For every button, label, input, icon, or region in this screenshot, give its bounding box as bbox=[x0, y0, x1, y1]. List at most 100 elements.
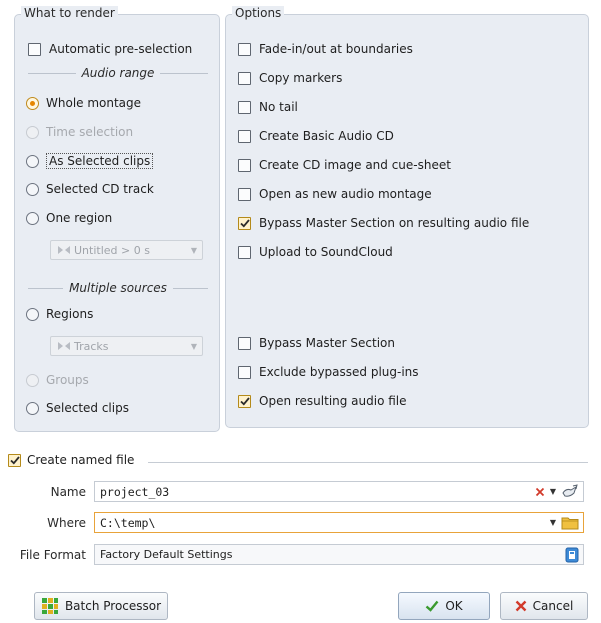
checkbox-box[interactable] bbox=[238, 336, 251, 350]
checkbox-box[interactable] bbox=[238, 365, 251, 379]
radio-button[interactable] bbox=[26, 307, 39, 321]
format-settings-icon[interactable] bbox=[565, 547, 579, 563]
chevron-down-icon[interactable]: ▼ bbox=[550, 487, 556, 496]
chevron-down-icon: ▼ bbox=[190, 245, 197, 255]
checkbox-box[interactable] bbox=[238, 216, 251, 230]
name-field[interactable]: project_03 ▼ bbox=[94, 481, 584, 502]
create-named-file-label: Create named file bbox=[27, 453, 135, 467]
radio-label: Groups bbox=[46, 373, 89, 387]
radio-label: Time selection bbox=[46, 125, 134, 139]
checkbox-box[interactable] bbox=[8, 453, 21, 467]
option-checkbox[interactable]: Create Basic Audio CD bbox=[238, 129, 394, 143]
option-label: Copy markers bbox=[259, 71, 343, 85]
radio-whole-montage[interactable]: Whole montage bbox=[26, 96, 141, 110]
region-marker-icon bbox=[57, 245, 71, 255]
radio-groups: Groups bbox=[26, 373, 89, 387]
radio-button[interactable] bbox=[26, 401, 39, 415]
radio-label: One region bbox=[46, 211, 113, 225]
options-title: Options bbox=[232, 6, 285, 20]
checkbox-box[interactable] bbox=[238, 158, 251, 172]
automatic-preselection-label: Automatic pre-selection bbox=[49, 42, 193, 56]
batch-processor-button[interactable]: Batch Processor bbox=[34, 592, 168, 620]
where-field-tools: ▼ bbox=[550, 516, 583, 530]
option-label: No tail bbox=[259, 100, 298, 114]
radio-button[interactable] bbox=[26, 182, 39, 196]
multiple-sources-separator: Multiple sources bbox=[28, 281, 209, 295]
audio-range-title: Audio range bbox=[81, 66, 155, 80]
named-file-divider bbox=[148, 462, 588, 463]
tracks-combo-value: Tracks bbox=[74, 339, 109, 353]
option-checkbox[interactable]: Fade-in/out at boundaries bbox=[238, 42, 413, 56]
region-combo: Untitled > 0 s ▼ bbox=[50, 240, 203, 260]
separator-line bbox=[28, 287, 64, 289]
option-checkbox[interactable]: Bypass Master Section bbox=[238, 336, 395, 350]
folder-icon[interactable] bbox=[561, 516, 579, 530]
what-to-render-title: What to render bbox=[21, 6, 118, 20]
option-checkbox[interactable]: Upload to SoundCloud bbox=[238, 245, 393, 259]
separator-line bbox=[172, 287, 209, 289]
option-label: Exclude bypassed plug-ins bbox=[259, 365, 419, 379]
checkbox-box[interactable] bbox=[238, 245, 251, 259]
separator-line bbox=[160, 72, 209, 74]
radio-label: As Selected clips bbox=[46, 153, 154, 169]
option-label: Open as new audio montage bbox=[259, 187, 432, 201]
checkbox-box[interactable] bbox=[238, 394, 251, 408]
option-checkbox[interactable]: No tail bbox=[238, 100, 298, 114]
radio-button bbox=[26, 125, 39, 139]
checkbox-box[interactable] bbox=[238, 187, 251, 201]
name-label: Name bbox=[50, 485, 86, 499]
file-format-field[interactable]: Factory Default Settings bbox=[94, 544, 584, 565]
radio-button[interactable] bbox=[26, 96, 39, 110]
option-checkbox[interactable]: Copy markers bbox=[238, 71, 342, 85]
radio-label: Whole montage bbox=[46, 96, 142, 110]
check-icon bbox=[425, 600, 439, 612]
radio-regions[interactable]: Regions bbox=[26, 307, 93, 321]
checkbox-box[interactable] bbox=[238, 129, 251, 143]
radio-time-selection: Time selection bbox=[26, 125, 133, 139]
batch-processor-label: Batch Processor bbox=[64, 599, 162, 613]
where-field[interactable]: C:\temp\ ▼ bbox=[94, 512, 584, 533]
where-label: Where bbox=[47, 516, 86, 530]
autoname-icon[interactable] bbox=[561, 483, 579, 500]
cancel-x-icon bbox=[515, 600, 527, 612]
radio-button bbox=[26, 373, 39, 387]
file-format-tools bbox=[565, 547, 583, 563]
checkbox-box[interactable] bbox=[238, 100, 251, 114]
radio-selected-cd-track[interactable]: Selected CD track bbox=[26, 182, 154, 196]
radio-label: Selected clips bbox=[46, 401, 129, 415]
file-format-label: File Format bbox=[19, 548, 86, 562]
where-value: C:\temp\ bbox=[100, 515, 156, 530]
option-checkbox[interactable]: Open resulting audio file bbox=[238, 394, 407, 408]
cancel-button[interactable]: Cancel bbox=[500, 592, 588, 620]
region-marker-icon bbox=[57, 341, 71, 351]
option-label: Upload to SoundCloud bbox=[259, 245, 393, 259]
tracks-combo: Tracks ▼ bbox=[50, 336, 203, 356]
option-label: Open resulting audio file bbox=[259, 394, 407, 408]
radio-selected-clips[interactable]: Selected clips bbox=[26, 401, 129, 415]
option-checkbox[interactable]: Bypass Master Section on resulting audio… bbox=[238, 216, 529, 230]
file-format-value: Factory Default Settings bbox=[100, 548, 233, 561]
ok-button[interactable]: OK bbox=[398, 592, 490, 620]
checkbox-box[interactable] bbox=[28, 42, 41, 56]
batch-processor-icon bbox=[41, 597, 59, 615]
radio-label: Selected CD track bbox=[46, 182, 154, 196]
name-value: project_03 bbox=[100, 484, 170, 499]
option-checkbox[interactable]: Open as new audio montage bbox=[238, 187, 432, 201]
option-checkbox[interactable]: Create CD image and cue-sheet bbox=[238, 158, 451, 172]
chevron-down-icon[interactable]: ▼ bbox=[550, 518, 556, 527]
radio-as-selected-clips[interactable]: As Selected clips bbox=[26, 153, 154, 169]
radio-button[interactable] bbox=[26, 154, 39, 168]
option-label: Bypass Master Section on resulting audio… bbox=[259, 216, 530, 230]
radio-button[interactable] bbox=[26, 211, 39, 225]
checkbox-box[interactable] bbox=[238, 42, 251, 56]
region-combo-value: Untitled > 0 s bbox=[74, 243, 150, 257]
radio-one-region[interactable]: One region bbox=[26, 211, 112, 225]
option-checkbox[interactable]: Exclude bypassed plug-ins bbox=[238, 365, 419, 379]
clear-icon[interactable] bbox=[535, 487, 545, 497]
automatic-preselection-checkbox[interactable]: Automatic pre-selection bbox=[28, 42, 192, 56]
checkbox-box[interactable] bbox=[238, 71, 251, 85]
name-field-tools: ▼ bbox=[535, 483, 583, 500]
separator-line bbox=[28, 72, 76, 74]
create-named-file-checkbox[interactable]: Create named file bbox=[8, 453, 134, 467]
option-label: Create Basic Audio CD bbox=[259, 129, 394, 143]
